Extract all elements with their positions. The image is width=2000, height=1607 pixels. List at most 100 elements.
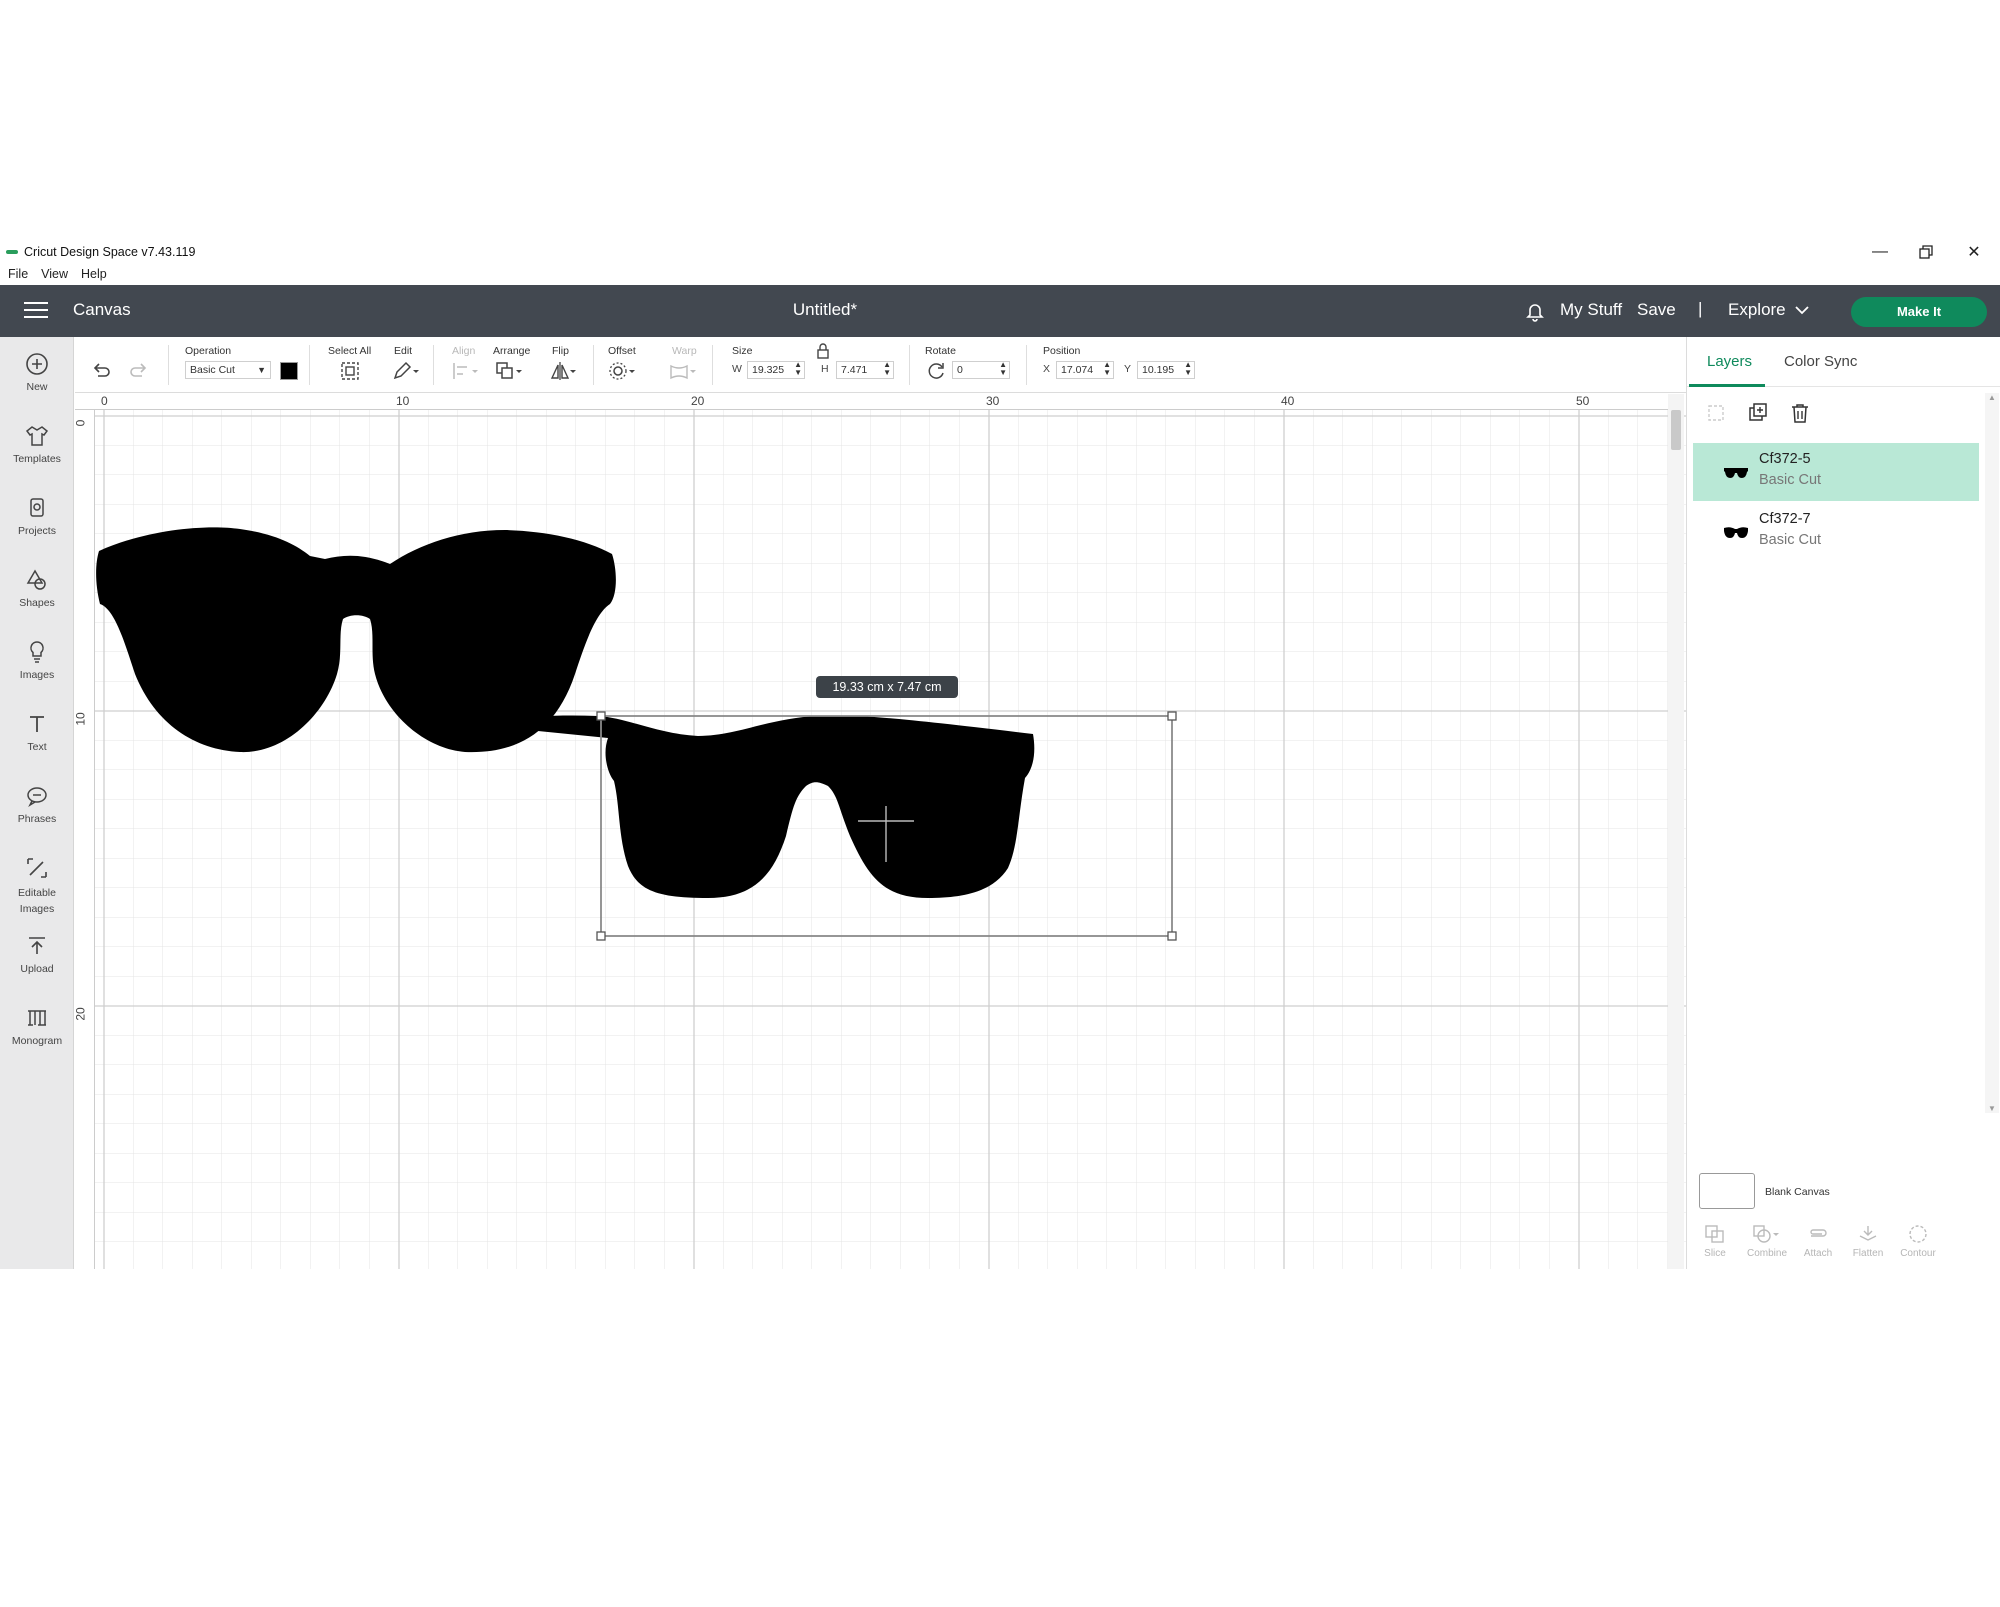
bell-icon[interactable] [1524,300,1546,322]
paperclip-icon [1810,1229,1827,1237]
save-button[interactable]: Save [1637,300,1676,320]
document-title[interactable]: Untitled* [0,300,1650,320]
sidebar-item-label: Editable Images [18,887,56,915]
close-icon[interactable]: ✕ [1952,241,1996,263]
ruler-tick-label: 20 [73,1007,88,1021]
resize-handle[interactable] [596,931,606,941]
flip-icon[interactable] [549,360,576,382]
stepper-icon[interactable]: ▲ ▼ [883,361,891,377]
stepper-icon[interactable]: ▲ ▼ [999,361,1007,377]
operation-color-swatch[interactable] [280,362,298,380]
sidebar-item-text[interactable]: Text [0,711,74,753]
stepper-icon[interactable]: ▲ ▼ [1103,361,1111,377]
slice-button[interactable]: Slice [1695,1224,1735,1259]
sidebar-item-projects[interactable]: Projects [0,495,74,537]
redo-icon[interactable] [128,360,150,382]
slice-icon [1705,1225,1724,1243]
layer-item[interactable]: Cf372-7 Basic Cut [1693,503,1979,561]
sidebar-item-new[interactable]: New [0,351,74,393]
sidebar-item-label: Text [27,741,47,753]
scrollbar-thumb[interactable] [1671,410,1681,450]
trash-icon[interactable] [1789,402,1811,429]
menu-file[interactable]: File [8,264,28,284]
ruler-tick-label: 0 [101,394,108,408]
sidebar-item-phrases[interactable]: Phrases [0,783,74,825]
sidebar-item-label: Images [19,669,55,681]
minimize-icon[interactable]: — [1858,241,1902,263]
layers-scrollbar[interactable]: ▲ ▼ [1985,393,1999,1113]
combine-button[interactable]: Combine [1745,1224,1789,1259]
sidebar-item-shapes[interactable]: Shapes [0,567,74,609]
contour-button[interactable]: Contour [1898,1224,1938,1259]
group-icon[interactable] [1705,402,1727,429]
sidebar-item-label: Monogram [11,1035,63,1047]
shirt-icon [25,426,49,446]
y-label: Y [1124,363,1132,375]
height-value: 7.471 [841,364,868,376]
projects-icon [30,498,44,517]
width-input[interactable]: 19.325 ▲ ▼ [747,361,805,379]
sidebar-item-monogram[interactable]: Monogram [0,1005,74,1047]
title-bar: Cricut Design Space v7.43.119 — ✕ [0,241,2000,263]
rotate-icon[interactable] [925,360,947,382]
sidebar-item-label: Phrases [17,813,57,825]
position-y-input[interactable]: 10.195 ▲ ▼ [1137,361,1195,379]
duplicate-icon[interactable] [1747,402,1769,429]
arrange-icon[interactable] [495,360,522,382]
flatten-icon [1859,1226,1877,1241]
arrange-label: Arrange [493,345,531,357]
x-value: 17.074 [1061,364,1094,376]
app-header: Canvas Untitled* My Stuff Save | Explore… [0,285,2000,337]
layer-item[interactable]: Cf372-5 Basic Cut [1693,443,1979,501]
design-canvas[interactable] [75,394,1686,1269]
position-x-input[interactable]: 17.074 ▲ ▼ [1056,361,1114,379]
pencil-icon[interactable] [391,360,419,382]
attach-button[interactable]: Attach [1798,1224,1838,1259]
ruler-tick-label: 20 [691,394,705,408]
size-label: Size [732,345,753,357]
explore-menu[interactable]: Explore [1728,300,1786,320]
resize-handle[interactable] [596,711,606,721]
position-label: Position [1043,345,1081,357]
height-input[interactable]: 7.471 ▲ ▼ [836,361,894,379]
resize-handle[interactable] [1167,931,1177,941]
attach-label: Attach [1803,1248,1833,1259]
flatten-button[interactable]: Flatten [1848,1224,1888,1259]
my-stuff-link[interactable]: My Stuff [1560,300,1622,320]
y-value: 10.195 [1142,364,1175,376]
operation-select[interactable]: Basic Cut ▼ [185,361,271,379]
left-sidebar: New Templates Projects Shapes Images Tex… [0,337,74,1269]
sidebar-item-images[interactable]: Images [0,639,74,681]
menu-help[interactable]: Help [81,264,107,284]
sidebar-item-editable-images[interactable]: Editable Images [0,855,74,917]
lock-icon[interactable] [815,343,837,365]
resize-handle[interactable] [1167,711,1177,721]
select-all-icon[interactable] [339,360,361,382]
tab-layers[interactable]: Layers [1707,353,1752,370]
chevron-down-icon[interactable] [1795,302,1809,318]
sidebar-item-label: Projects [18,525,56,537]
rotate-input[interactable]: 0 ▲ ▼ [952,361,1010,379]
restore-icon[interactable] [1904,241,1948,263]
blank-canvas-swatch[interactable] [1699,1173,1755,1209]
operation-label: Operation [185,345,232,357]
tab-color-sync[interactable]: Color Sync [1784,353,1857,370]
text-icon [30,716,44,732]
stepper-icon[interactable]: ▲ ▼ [1184,361,1192,377]
ruler-tick-label: 0 [73,419,88,427]
monogram-icon [28,1010,46,1026]
ruler-top: 0 10 20 30 40 50 [75,394,1672,410]
offset-icon[interactable] [608,360,635,382]
sidebar-item-upload[interactable]: Upload [0,933,74,975]
sidebar-item-templates[interactable]: Templates [0,423,74,465]
menu-view[interactable]: View [41,264,68,284]
align-icon[interactable] [451,360,478,382]
warp-icon[interactable] [669,360,696,382]
ruler-tick-label: 40 [1281,394,1295,408]
make-it-button[interactable]: Make It [1851,297,1987,327]
app-window: Cricut Design Space v7.43.119 — ✕ File V… [0,0,2000,1607]
undo-icon[interactable] [90,360,112,382]
canvas-vertical-scrollbar[interactable] [1668,394,1684,1269]
stepper-icon[interactable]: ▲ ▼ [794,361,802,377]
size-tooltip: 19.33 cm x 7.47 cm [816,676,958,698]
